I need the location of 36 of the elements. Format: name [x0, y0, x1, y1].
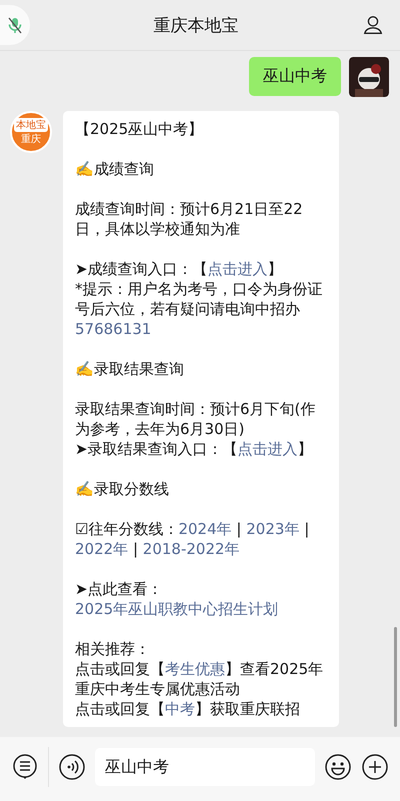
link[interactable]: 考生优惠	[165, 660, 225, 678]
message-text: 成绩查询时间：预计6月21日至22日，具体以学校通知为准	[75, 199, 304, 239]
link[interactable]: 2023年	[246, 520, 300, 538]
message-text: ☑往年分数线：2024年 | 2023年 | 2022年 | 2018-2022年	[75, 519, 310, 559]
message-text: ➤点此查看： 2025年巫山职教中心招生计划	[75, 579, 280, 619]
emoji-icon[interactable]	[324, 753, 352, 781]
message-text: 点击或回复【考生优惠】查看2025年重庆中考生专属优惠活动	[75, 659, 324, 699]
message-text: 相关推荐：	[75, 639, 151, 659]
link[interactable]: 中考	[165, 700, 195, 718]
account-avatar[interactable]: 本地宝 重庆	[10, 111, 52, 153]
link[interactable]: 2025年巫山职教中心招生计划	[75, 600, 278, 618]
profile-icon[interactable]	[362, 14, 384, 36]
voice-icon[interactable]	[58, 753, 86, 781]
message-text: ➤成绩查询入口：【点击进入】	[75, 259, 284, 279]
message-text: 点击或回复【中考】获取重庆联招	[75, 699, 301, 719]
message-text: 【2025巫山中考】	[75, 119, 204, 139]
message-input[interactable]: 巫山中考	[95, 748, 315, 786]
link[interactable]: 点击进入	[208, 260, 268, 278]
link[interactable]: 2022年	[75, 540, 128, 558]
message-text: *提示：用户名为考号，口令为身份证号后六位，若有疑问请电询中招办 57686131	[75, 279, 324, 339]
user-avatar[interactable]	[349, 57, 389, 97]
message-text: ➤录取结果查询入口：【点击进入】	[75, 439, 314, 459]
link[interactable]: 点击进入	[238, 440, 298, 458]
message-text: ✍成绩查询	[75, 159, 155, 179]
link[interactable]: 57686131	[75, 320, 152, 338]
link[interactable]: 2024年	[178, 520, 232, 538]
message-text: ✍录取分数线	[75, 479, 170, 499]
logo-text: 重庆	[21, 132, 41, 146]
message-text: ✍录取结果查询	[75, 359, 185, 379]
chat-title: 重庆本地宝	[154, 14, 238, 36]
add-icon[interactable]	[361, 753, 389, 781]
sent-message: 巫山中考	[249, 57, 341, 96]
menu-icon[interactable]	[11, 753, 39, 781]
link[interactable]: 2018-2022年	[142, 540, 240, 558]
message-text: 录取结果查询时间：预计6月下旬(作为参考，去年为6月30日)	[75, 399, 316, 439]
logo-text: 本地宝	[14, 118, 48, 132]
